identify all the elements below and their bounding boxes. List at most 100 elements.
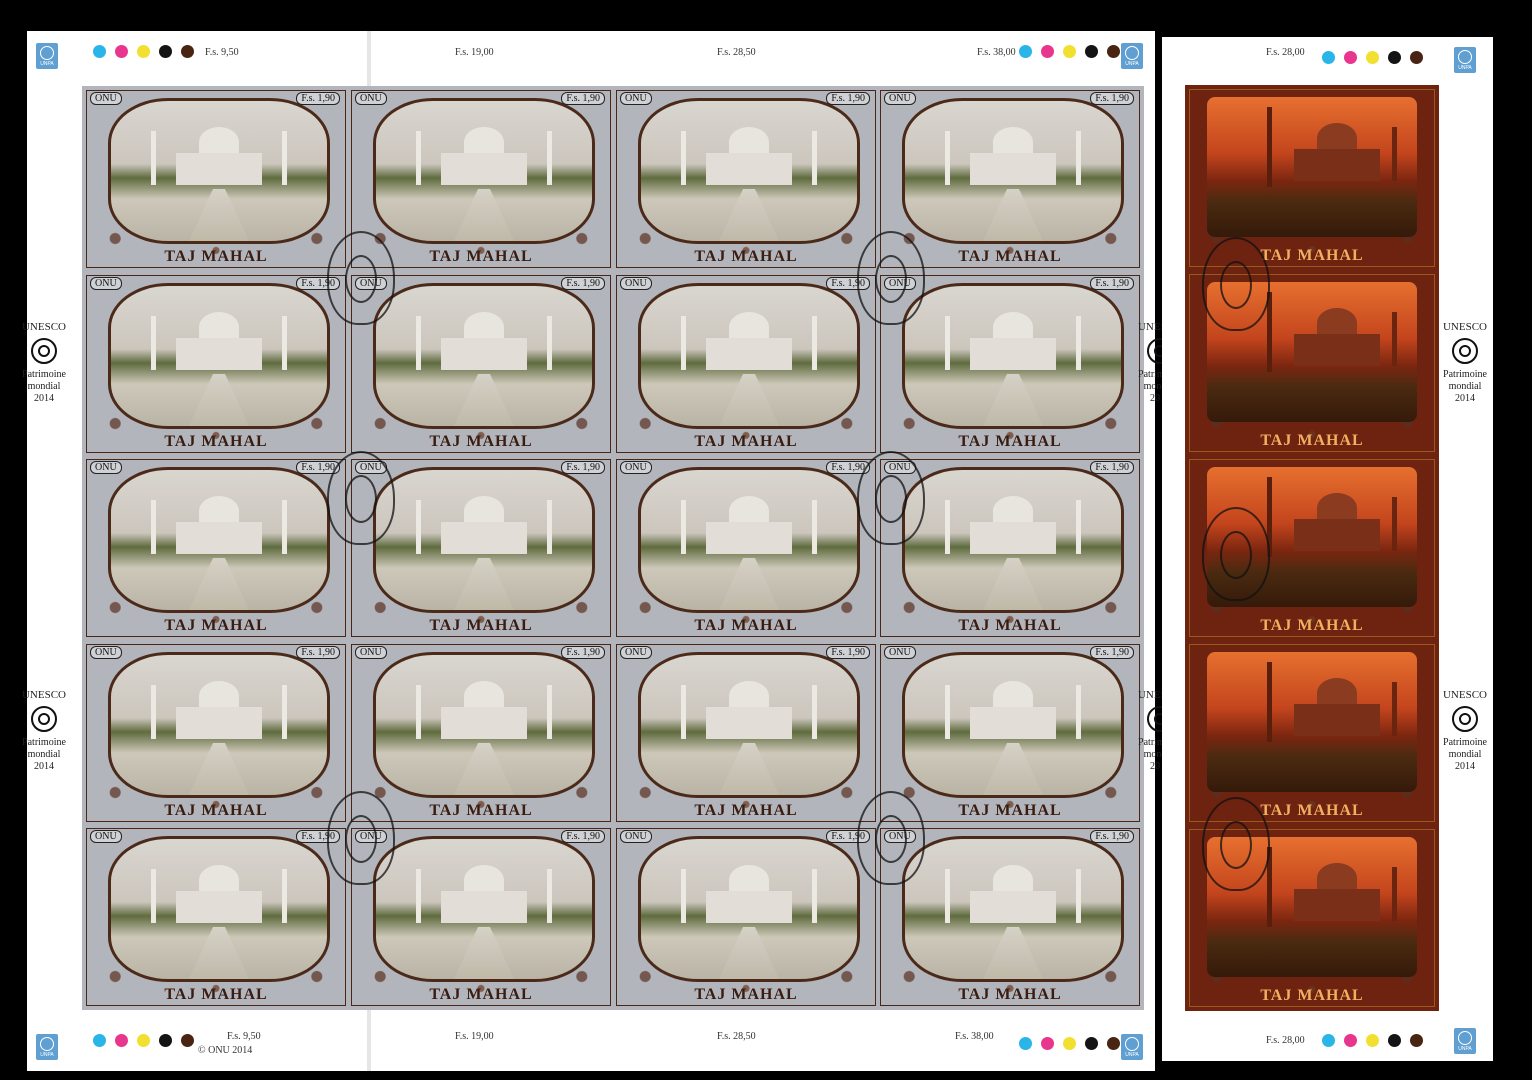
stamp: ONU F.s. 1,90 TAJ MAHAL <box>347 86 615 272</box>
minaret <box>945 131 950 185</box>
minaret <box>681 131 686 185</box>
unesco-heritage-icon <box>31 706 57 732</box>
postmark-icon <box>1202 507 1270 601</box>
taj-mahal-image <box>902 652 1124 798</box>
stamp-denomination: F.s. 1,90 <box>561 461 605 474</box>
taj-mahal-image <box>638 283 860 429</box>
reflecting-pool <box>454 374 514 426</box>
color-registration-dots <box>1322 1034 1423 1047</box>
stamp-title: TAJ MAHAL <box>429 617 533 634</box>
heritage-line-2: mondial <box>1448 381 1482 392</box>
taj-mahal-image <box>373 652 595 798</box>
color-dot <box>1041 45 1054 58</box>
heritage-line-3: 2014 <box>34 761 54 772</box>
stamp-denomination: F.s. 1,90 <box>1090 92 1134 105</box>
stamp: ONU F.s. 1,90 TAJ MAHAL <box>612 455 880 641</box>
taj-mahal-image <box>1207 652 1417 792</box>
stamp-country: ONU <box>620 830 652 843</box>
stamp: ONU F.s. 1,90 TAJ MAHAL <box>82 455 350 641</box>
mausoleum <box>970 707 1056 739</box>
stamp: ONU F.s. 1,90 TAJ MAHAL <box>612 640 880 826</box>
stamp-title: TAJ MAHAL <box>429 433 533 450</box>
reflecting-pool <box>983 189 1043 241</box>
reflecting-pool <box>189 374 249 426</box>
mausoleum <box>176 338 262 370</box>
taj-mahal-image <box>638 836 860 982</box>
color-dot <box>1019 45 1032 58</box>
color-registration-dots <box>1019 1037 1120 1050</box>
minaret <box>812 316 817 370</box>
minaret <box>1076 500 1081 554</box>
taj-mahal-image <box>1207 97 1417 237</box>
taj-mahal-image <box>373 283 595 429</box>
mausoleum <box>1294 149 1381 181</box>
stamp-title: TAJ MAHAL <box>429 986 533 1003</box>
minaret <box>416 685 421 739</box>
stamp-title: TAJ MAHAL <box>164 433 268 450</box>
minaret <box>547 869 552 923</box>
reflecting-pool <box>454 558 514 610</box>
stamp-title: TAJ MAHAL <box>958 986 1062 1003</box>
color-dot <box>159 45 172 58</box>
stamp-denomination: F.s. 1,90 <box>1090 461 1134 474</box>
stamp-denomination: F.s. 1,90 <box>1090 830 1134 843</box>
unpa-label: UNPA <box>1125 1051 1139 1058</box>
color-dot <box>1344 1034 1357 1047</box>
stamp-title: TAJ MAHAL <box>958 433 1062 450</box>
stamp-denomination: F.s. 1,90 <box>561 830 605 843</box>
stamp-country: ONU <box>355 646 387 659</box>
stamp-title: TAJ MAHAL <box>694 248 798 265</box>
stamp-country: ONU <box>90 277 122 290</box>
postmark-icon <box>857 791 925 885</box>
mausoleum <box>441 707 527 739</box>
stamp: ONU F.s. 1,90 TAJ MAHAL <box>82 824 350 1010</box>
taj-mahal-image <box>638 652 860 798</box>
mausoleum <box>441 891 527 923</box>
minaret <box>945 685 950 739</box>
unpa-logo-icon: UNPA <box>1454 47 1476 73</box>
color-dot <box>1410 1034 1423 1047</box>
color-dot <box>115 45 128 58</box>
unesco-name: UNESCO <box>21 321 66 333</box>
minaret <box>1392 127 1397 181</box>
color-registration-dots <box>93 45 194 58</box>
color-dot <box>1063 1037 1076 1050</box>
taj-mahal-image <box>902 836 1124 982</box>
mausoleum <box>706 522 792 554</box>
color-dot <box>93 1034 106 1047</box>
sheet-price-top: F.s. 28,00 <box>1266 47 1305 58</box>
minaret <box>547 685 552 739</box>
unpa-label: UNPA <box>1458 1045 1472 1052</box>
sheet-price-bottom: F.s. 28,00 <box>1266 1035 1305 1046</box>
minaret <box>945 500 950 554</box>
color-dot <box>115 1034 128 1047</box>
heritage-line-2: mondial <box>1448 749 1482 760</box>
minaret <box>547 316 552 370</box>
reflecting-pool <box>189 558 249 610</box>
minaret <box>945 316 950 370</box>
mausoleum <box>706 891 792 923</box>
reflecting-pool <box>454 927 514 979</box>
minaret <box>282 131 287 185</box>
minaret <box>812 500 817 554</box>
taj-mahal-image <box>108 467 330 613</box>
stamp-country: ONU <box>90 461 122 474</box>
unesco-name: UNESCO <box>1442 321 1487 333</box>
reflecting-pool <box>454 743 514 795</box>
color-dot <box>1410 51 1423 64</box>
minaret <box>282 869 287 923</box>
minaret <box>1076 131 1081 185</box>
heritage-line-3: 2014 <box>1455 393 1475 404</box>
color-dot <box>1388 51 1401 64</box>
color-dot <box>1322 51 1335 64</box>
minaret <box>1392 497 1397 551</box>
un-globe-icon <box>1458 1030 1472 1045</box>
stamp-denomination: F.s. 1,90 <box>826 646 870 659</box>
stamp-country: ONU <box>90 646 122 659</box>
reflecting-pool <box>719 927 779 979</box>
minaret <box>416 869 421 923</box>
reflecting-pool <box>189 189 249 241</box>
heritage-line-2: mondial <box>27 749 61 760</box>
copyright-notice: © ONU 2014 <box>198 1045 253 1056</box>
minaret <box>151 869 156 923</box>
